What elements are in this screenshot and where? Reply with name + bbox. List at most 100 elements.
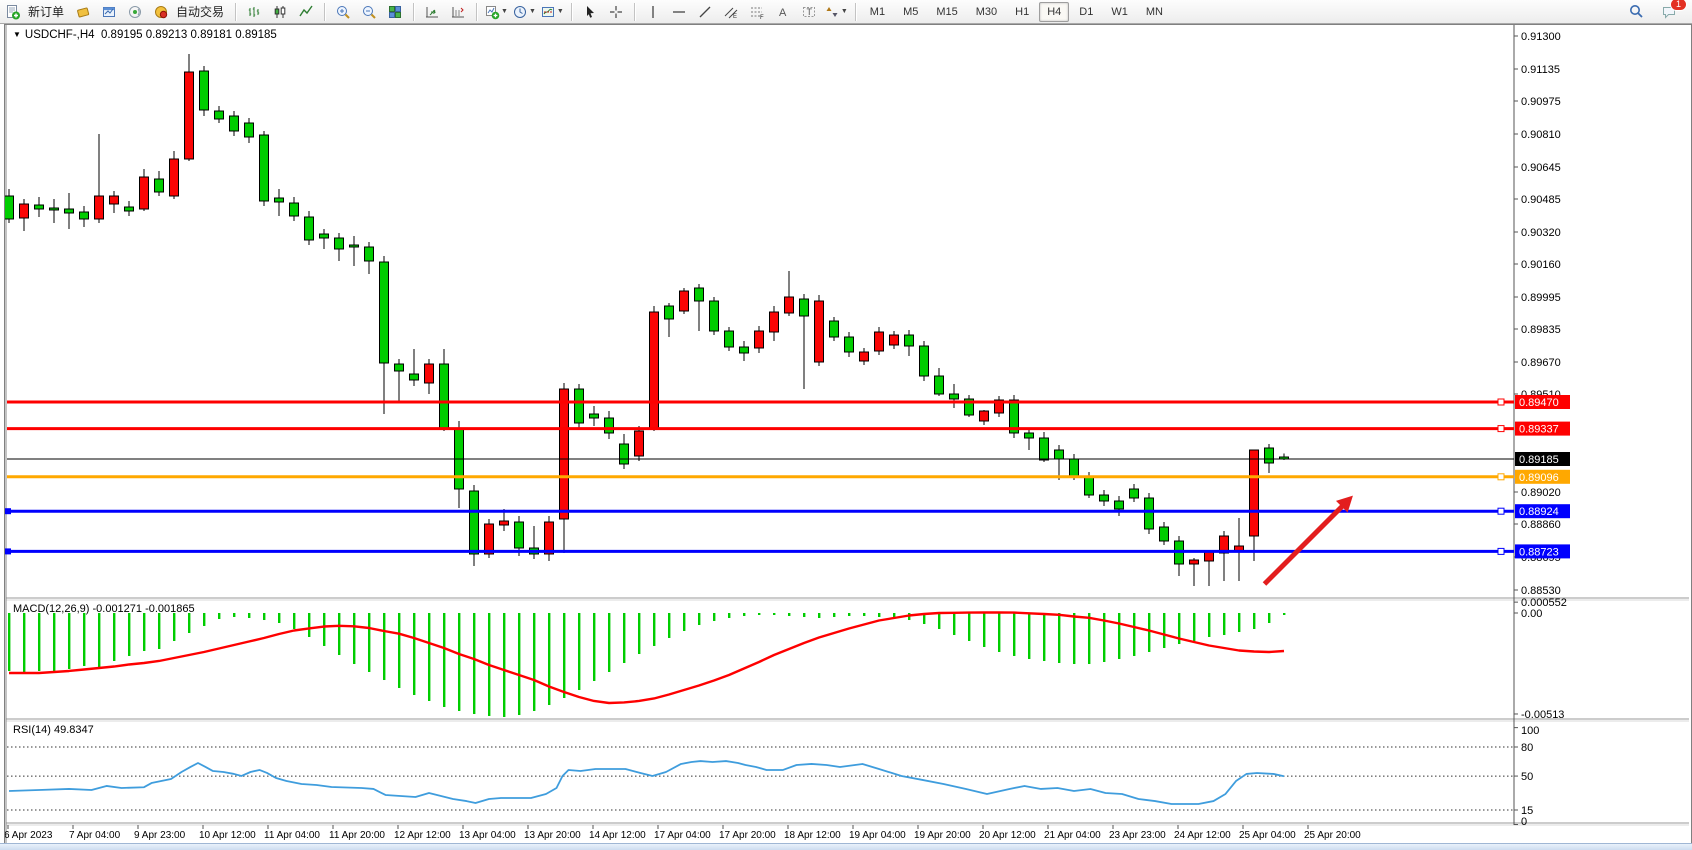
timeframe-button-H4[interactable]: H4 <box>1039 2 1069 22</box>
candle-body <box>830 321 839 337</box>
macd-bar <box>668 613 670 638</box>
macd-bar <box>368 613 370 672</box>
indicators-button[interactable]: ▼ <box>483 1 509 23</box>
line-handle <box>1498 474 1504 480</box>
candle-body <box>1025 433 1034 438</box>
time-axis-label: 19 Apr 04:00 <box>849 830 906 841</box>
macd-bar <box>833 613 835 617</box>
candle-body <box>125 207 134 211</box>
candle-body <box>890 335 899 345</box>
zoom-out-button[interactable] <box>357 1 381 23</box>
candle-body <box>110 196 119 204</box>
macd-bar <box>1013 613 1015 656</box>
time-axis-label: 9 Apr 23:00 <box>134 830 186 841</box>
ticket-button[interactable] <box>71 1 95 23</box>
bar-chart-button[interactable] <box>242 1 266 23</box>
autotrade-button[interactable] <box>149 1 173 23</box>
candle-body <box>695 288 704 301</box>
macd-bar <box>773 613 775 615</box>
crosshair-tool-button[interactable] <box>604 1 628 23</box>
timeframe-button-M15[interactable]: M15 <box>928 2 965 22</box>
new-order-button[interactable] <box>1 1 25 23</box>
price-tick-label: 0.90645 <box>1521 162 1561 174</box>
macd-bar <box>338 613 340 655</box>
search-button[interactable] <box>1624 1 1648 23</box>
price-line-tag-label: 0.89470 <box>1519 397 1559 409</box>
price-tick-label: 0.89835 <box>1521 324 1561 336</box>
macd-bar <box>953 613 955 635</box>
macd-bar <box>398 613 400 688</box>
chart-canvas[interactable]: 0.913000.911350.909750.908100.906450.904… <box>5 25 1691 843</box>
macd-bar <box>818 613 820 618</box>
text-label-tool-button[interactable]: T <box>797 1 821 23</box>
macd-bar <box>68 613 70 669</box>
candle-body <box>65 209 74 213</box>
candle-body <box>1085 477 1094 495</box>
toolbar-separator <box>413 3 414 21</box>
tile-windows-button[interactable] <box>383 1 407 23</box>
time-axis-label: 7 Apr 04:00 <box>69 830 121 841</box>
candle-body <box>1160 527 1169 541</box>
candle-body <box>20 204 29 218</box>
autotrade-label[interactable]: 自动交易 <box>176 3 224 20</box>
macd-bar <box>998 613 1000 652</box>
auto-scroll-button[interactable] <box>420 1 444 23</box>
macd-bar <box>1283 613 1285 615</box>
macd-bar <box>713 613 715 621</box>
macd-bar <box>503 613 505 717</box>
macd-bar <box>473 613 475 714</box>
price-tick-label: 0.89670 <box>1521 357 1561 369</box>
timeframe-button-M1[interactable]: M1 <box>862 2 893 22</box>
symbol-dropdown-icon[interactable]: ▼ <box>13 30 21 39</box>
notifications-button[interactable]: 1 <box>1657 1 1681 23</box>
vertical-line-tool-button[interactable] <box>641 1 665 23</box>
candle-body <box>755 331 764 348</box>
new-order-label[interactable]: 新订单 <box>28 3 64 20</box>
chevron-down-icon: ▼ <box>557 8 564 15</box>
line-chart-button[interactable] <box>294 1 318 23</box>
candle-body <box>365 247 374 261</box>
templates-button[interactable]: ▼ <box>539 1 565 23</box>
text-icon: A <box>775 4 791 20</box>
timeframe-button-M30[interactable]: M30 <box>968 2 1005 22</box>
new-order-icon <box>5 4 21 20</box>
price-tick-label: 0.90320 <box>1521 227 1561 239</box>
channel-tool-button[interactable]: E <box>719 1 743 23</box>
clock-icon <box>512 4 528 20</box>
timeframe-button-M5[interactable]: M5 <box>895 2 926 22</box>
candle-body <box>305 217 314 240</box>
horizontal-line-tool-button[interactable] <box>667 1 691 23</box>
cursor-tool-button[interactable] <box>578 1 602 23</box>
trendline-icon <box>697 4 713 20</box>
candle-body <box>290 203 299 216</box>
text-tool-button[interactable]: A <box>771 1 795 23</box>
search-icon <box>1628 3 1645 20</box>
timeframe-button-W1[interactable]: W1 <box>1103 2 1136 22</box>
arrows-tool-button[interactable]: ▼ <box>823 1 849 23</box>
periods-button[interactable]: ▼ <box>511 1 537 23</box>
svg-text:F: F <box>760 15 764 20</box>
price-tick-label: 0.89020 <box>1521 487 1561 499</box>
toolbar-separator <box>634 3 635 21</box>
fibonacci-tool-button[interactable]: F <box>745 1 769 23</box>
time-axis-label: 23 Apr 23:00 <box>1109 830 1166 841</box>
macd-bar <box>203 613 205 626</box>
signals-button[interactable] <box>123 1 147 23</box>
market-watch-button[interactable] <box>97 1 121 23</box>
macd-bar <box>443 613 445 707</box>
timeframe-button-D1[interactable]: D1 <box>1071 2 1101 22</box>
candle-body <box>185 72 194 159</box>
candle-body <box>620 444 629 464</box>
line-chart-icon <box>298 4 314 20</box>
macd-bar <box>938 613 940 629</box>
chart-shift-button[interactable] <box>446 1 470 23</box>
macd-bar <box>1118 613 1120 659</box>
macd-bar <box>1148 613 1150 652</box>
timeframe-button-H1[interactable]: H1 <box>1007 2 1037 22</box>
candle-body <box>50 208 59 210</box>
zoom-in-button[interactable] <box>331 1 355 23</box>
timeframe-button-MN[interactable]: MN <box>1138 2 1171 22</box>
trendline-tool-button[interactable] <box>693 1 717 23</box>
line-handle <box>1498 426 1504 432</box>
candlestick-chart-button[interactable] <box>268 1 292 23</box>
